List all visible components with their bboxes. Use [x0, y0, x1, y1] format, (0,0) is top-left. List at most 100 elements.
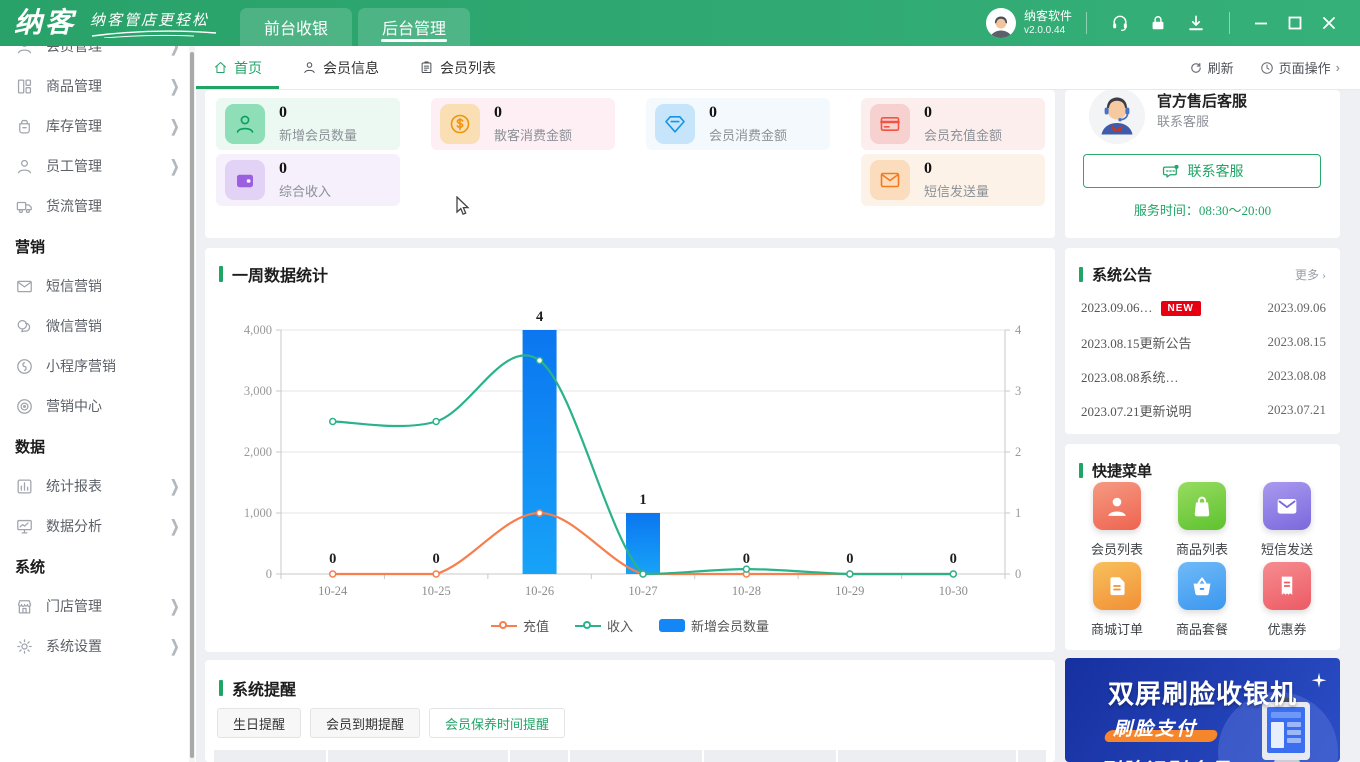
service-hours: 服务时间：08:30～20:00 — [1065, 200, 1340, 219]
service-agent-avatar — [1089, 90, 1145, 144]
app-logo: 纳客 — [14, 9, 76, 37]
legend-item[interactable]: 充值 — [491, 616, 549, 635]
sidebar-item[interactable]: 会员管理 ❯ — [0, 46, 196, 66]
sidebar-item[interactable]: 营销中心 — [0, 386, 196, 426]
customer-service-panel: 官方售后客服 联系客服 联系客服 服务时间：08:30～20:00 — [1065, 90, 1340, 238]
lock-icon[interactable] — [1148, 13, 1168, 33]
quick-menu-panel: 快捷菜单 会员列表 商品列表 短信发送 商城订单 商品套餐 优惠券 — [1065, 444, 1340, 650]
weekly-chart-panel: 一周数据统计 001,00012,00023,00034,000410-2410… — [205, 248, 1055, 652]
clock-icon — [1260, 61, 1274, 75]
stat-card[interactable]: 0 综合收入 — [216, 154, 400, 206]
maximize-icon[interactable] — [1278, 8, 1312, 38]
reminder-tab[interactable]: 会员保养时间提醒 — [429, 708, 565, 738]
service-subtitle: 联系客服 — [1157, 111, 1209, 130]
diamond-icon — [655, 104, 695, 144]
sidebar-item[interactable]: 小程序营销 — [0, 346, 196, 386]
settings-icon — [15, 637, 34, 656]
download-icon[interactable] — [1186, 13, 1206, 33]
sidebar-item[interactable]: 数据分析 ❯ — [0, 506, 196, 546]
user-avatar[interactable] — [986, 8, 1016, 38]
stat-card[interactable]: 0 会员消费金额 — [646, 98, 830, 150]
svg-text:1: 1 — [639, 492, 646, 508]
legend-line-swatch — [575, 621, 601, 631]
sidebar-item[interactable]: 货流管理 — [0, 186, 196, 226]
sidebar: 会员管理 ❯ 商品管理 ❯ 库存管理 ❯ 员工管理 ❯ 货流管理 营销 — [0, 46, 196, 762]
analysis-icon — [15, 517, 34, 536]
table-header-cell — [570, 750, 702, 762]
sidebar-item[interactable]: 系统设置 ❯ — [0, 626, 196, 666]
header-nav: 前台收银后台管理 — [240, 0, 476, 46]
table-header-cell — [838, 750, 1016, 762]
sidebar-section: 营销 — [0, 226, 196, 266]
quick-menu-item[interactable]: 商品列表 — [1160, 482, 1244, 558]
legend-item[interactable]: 收入 — [575, 616, 633, 635]
support-icon[interactable] — [1110, 13, 1130, 33]
reminder-table-header — [214, 750, 1046, 762]
tab-member-list[interactable]: 会员列表 — [402, 46, 513, 89]
announcements-more-link[interactable]: 更多 › — [1295, 266, 1326, 283]
table-header-cell — [1018, 750, 1046, 762]
stat-card[interactable]: 0 短信发送量 — [861, 154, 1045, 206]
chevron-right-icon: ❯ — [170, 476, 179, 496]
weekly-chart[interactable]: 001,00012,00023,00034,000410-2410-2510-2… — [223, 304, 1033, 614]
chevron-right-icon: ❯ — [170, 76, 179, 96]
sidebar-scrollbar-thumb[interactable] — [190, 52, 194, 758]
sidebar-item[interactable]: 员工管理 ❯ — [0, 146, 196, 186]
miniprogram-icon — [15, 357, 34, 376]
sidebar-section: 数据 — [0, 426, 196, 466]
quick-menu-item[interactable]: 会员列表 — [1075, 482, 1159, 558]
stat-card[interactable]: 0 散客消费金额 — [431, 98, 615, 150]
ad-banner[interactable]: 双屏刷脸收银机 刷脸支付 刷脸识别会员 — [1065, 658, 1340, 762]
quick-menu-item[interactable]: 短信发送 — [1245, 482, 1329, 558]
ad-headline: 双屏刷脸收银机 — [1065, 674, 1340, 711]
staff-icon — [15, 157, 34, 176]
sidebar-item[interactable]: 门店管理 ❯ — [0, 586, 196, 626]
table-header-cell — [328, 750, 508, 762]
svg-text:3,000: 3,000 — [244, 384, 272, 398]
wallet-icon — [225, 160, 265, 200]
quick-menu-item[interactable]: 商品套餐 — [1160, 562, 1244, 638]
sidebar-item[interactable]: 统计报表 ❯ — [0, 466, 196, 506]
reminder-tab[interactable]: 生日提醒 — [217, 708, 301, 738]
announcement-row[interactable]: 2023.08.08系统… 2023.08.08 — [1081, 362, 1326, 390]
stat-card[interactable]: 0 新增会员数量 — [216, 98, 400, 150]
close-icon[interactable] — [1312, 8, 1346, 38]
reminders-title: 系统提醒 — [219, 676, 296, 700]
refresh-button[interactable]: 刷新 — [1189, 58, 1234, 77]
stat-card[interactable]: 0 会员充值金额 — [861, 98, 1045, 150]
tabbar-actions: 刷新 页面操作 › — [1189, 46, 1360, 89]
gutter — [1340, 90, 1360, 762]
sidebar-item[interactable]: 商品管理 ❯ — [0, 66, 196, 106]
announcement-row[interactable]: 2023.07.21更新说明 2023.07.21 — [1081, 396, 1326, 424]
chat-bubble-icon — [1161, 162, 1180, 181]
tab-member-info[interactable]: 会员信息 — [285, 46, 396, 89]
svg-text:4,000: 4,000 — [244, 323, 272, 337]
app-header: 纳客 纳客管店更轻松 前台收银后台管理 纳客软件 v2.0.0.44 — [0, 0, 1360, 46]
slogan-swoosh — [90, 30, 220, 38]
reminder-filter-tabs: 生日提醒会员到期提醒会员保养时间提醒 — [217, 708, 574, 738]
announcements-panel: 系统公告 更多 › 2023.09.06… NEW 2023.09.06 202… — [1065, 248, 1340, 434]
quick-menu-item[interactable]: 商城订单 — [1075, 562, 1159, 638]
legend-item[interactable]: 新增会员数量 — [659, 616, 769, 635]
user-info: 纳客软件 v2.0.0.44 — [1024, 9, 1072, 38]
qm-basket-icon — [1178, 562, 1226, 610]
home-icon — [213, 60, 228, 75]
minimize-icon[interactable] — [1244, 8, 1278, 38]
chart-legend: 充值 收入 新增会员数量 — [205, 616, 1055, 635]
sidebar-item[interactable]: 微信营销 — [0, 306, 196, 346]
tab-home[interactable]: 首页 — [196, 46, 279, 89]
quick-menu-item[interactable]: 优惠券 — [1245, 562, 1329, 638]
title-accent-bar — [1079, 463, 1083, 478]
announcement-row[interactable]: 2023.09.06… NEW 2023.09.06 — [1081, 294, 1326, 322]
header-nav-frontdesk[interactable]: 前台收银 — [240, 8, 352, 46]
announcement-row[interactable]: 2023.08.15更新公告 2023.08.15 — [1081, 328, 1326, 356]
contact-service-button[interactable]: 联系客服 — [1083, 154, 1321, 188]
header-nav-backoffice[interactable]: 后台管理 — [358, 8, 470, 46]
sidebar-item[interactable]: 短信营销 — [0, 266, 196, 306]
mail-icon — [870, 160, 910, 200]
sidebar-item[interactable]: 库存管理 ❯ — [0, 106, 196, 146]
reminder-tab[interactable]: 会员到期提醒 — [310, 708, 420, 738]
page-operations-button[interactable]: 页面操作 › — [1260, 58, 1340, 77]
svg-text:10-27: 10-27 — [628, 584, 657, 598]
svg-text:1,000: 1,000 — [244, 506, 272, 520]
